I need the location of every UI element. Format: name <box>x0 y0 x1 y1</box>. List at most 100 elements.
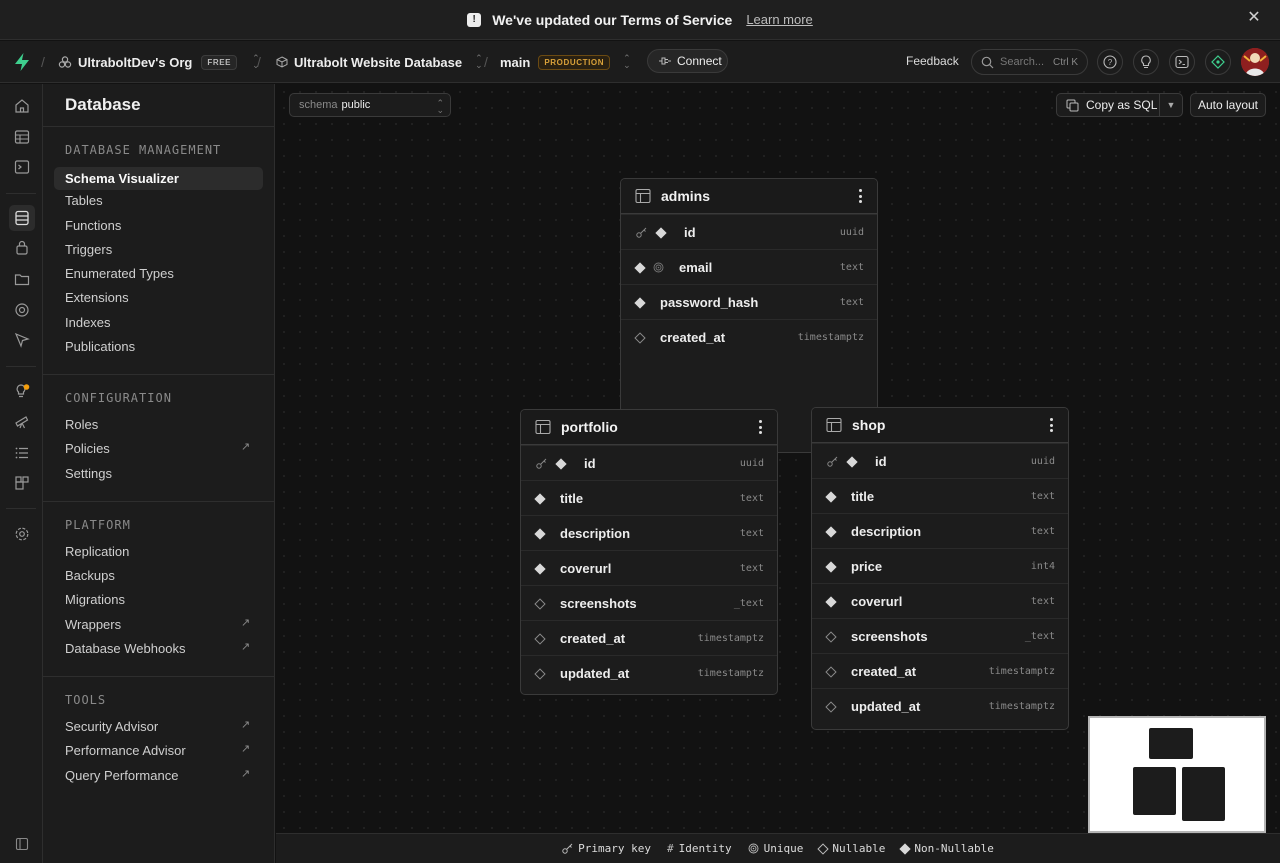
sidebar-item-query-performance[interactable]: Query Performance ↗ <box>54 764 263 787</box>
column-row[interactable]: id uuid <box>521 445 777 480</box>
help-icon: ? <box>1103 55 1117 69</box>
sidebar-item-label: Database Webhooks <box>65 641 186 656</box>
sidebar-item-schema-visualizer[interactable]: Schema Visualizer <box>54 167 263 190</box>
schema-value: public <box>341 99 371 111</box>
table-icon <box>635 188 651 204</box>
home-icon[interactable] <box>9 93 35 119</box>
table-icon <box>826 417 842 433</box>
realtime-icon[interactable] <box>9 297 35 323</box>
sidebar-title: Database <box>65 95 141 114</box>
sidebar-item-extensions[interactable]: Extensions <box>54 286 263 309</box>
settings-icon[interactable] <box>9 521 35 547</box>
nullable-icon <box>825 630 837 643</box>
search-input[interactable]: Search... Ctrl K <box>971 49 1088 75</box>
sidebar-item-functions[interactable]: Functions <box>54 214 263 237</box>
sidebar-item-performance-advisor[interactable]: Performance Advisor ↗ <box>54 739 263 762</box>
column-row[interactable]: price int4 <box>812 548 1068 583</box>
help-button[interactable]: ? <box>1097 49 1123 75</box>
minimap-node <box>1133 767 1176 815</box>
column-row[interactable]: coverurl text <box>812 583 1068 618</box>
column-row[interactable]: email text <box>621 249 877 284</box>
advisors-icon[interactable] <box>9 378 35 404</box>
sidebar-item-wrappers[interactable]: Wrappers ↗ <box>54 613 263 636</box>
column-row[interactable]: id uuid <box>812 443 1068 478</box>
table-node-portfolio[interactable]: portfolio id uuid title text description… <box>520 409 778 695</box>
column-row[interactable]: created_at timestamptz <box>521 620 777 655</box>
nullable-icon <box>817 842 830 855</box>
observability-icon[interactable] <box>9 409 35 435</box>
sidebar-item-replication[interactable]: Replication <box>54 540 263 563</box>
integrations-icon[interactable] <box>9 470 35 496</box>
column-row[interactable]: title text <box>521 480 777 515</box>
schema-selector[interactable]: schema public ⌃ ⌄ <box>289 93 451 117</box>
search-placeholder: Search... <box>1000 56 1045 68</box>
column-name: id <box>684 224 696 240</box>
authentication-icon[interactable] <box>9 235 35 261</box>
chevron-down-icon[interactable]: ▼ <box>1160 100 1182 110</box>
database-sidebar: Database DATABASE MANAGEMENT Schema Visu… <box>43 84 275 863</box>
logs-icon[interactable] <box>9 440 35 466</box>
column-row[interactable]: title text <box>812 478 1068 513</box>
column-row[interactable]: id uuid <box>621 214 877 249</box>
terminal-button[interactable] <box>1169 49 1195 75</box>
column-type: timestamptz <box>797 331 864 343</box>
sidebar-item-tables[interactable]: Tables <box>54 189 263 212</box>
column-row[interactable]: description text <box>521 515 777 550</box>
connect-label: Connect <box>677 54 722 68</box>
sidebar-toggle-icon[interactable] <box>9 831 35 857</box>
edge-functions-icon[interactable] <box>9 327 35 353</box>
advisors-button[interactable] <box>1133 49 1159 75</box>
sidebar-item-database-webhooks[interactable]: Database Webhooks ↗ <box>54 637 263 660</box>
project-selector[interactable]: Ultrabolt Website Database ⌃ ⌄ <box>276 41 483 83</box>
auto-layout-button[interactable]: Auto layout <box>1190 93 1266 117</box>
assistant-button[interactable] <box>1205 49 1231 75</box>
sidebar-item-indexes[interactable]: Indexes <box>54 311 263 334</box>
sidebar-item-publications[interactable]: Publications <box>54 335 263 358</box>
learn-more-link[interactable]: Learn more <box>746 12 812 27</box>
table-node-shop[interactable]: shop id uuid title text description text… <box>811 407 1069 730</box>
column-type: _text <box>1024 630 1055 642</box>
sidebar-item-enumerated-types[interactable]: Enumerated Types <box>54 262 263 285</box>
sidebar-item-security-advisor[interactable]: Security Advisor ↗ <box>54 715 263 738</box>
key-icon <box>562 843 573 854</box>
sidebar-item-policies[interactable]: Policies ↗ <box>54 437 263 460</box>
table-header: shop <box>812 408 1068 443</box>
sidebar-item-label: Policies <box>65 441 110 456</box>
copy-as-sql-button[interactable]: Copy as SQL ▼ <box>1056 93 1183 117</box>
supabase-logo-icon[interactable] <box>12 41 32 83</box>
sidebar-item-triggers[interactable]: Triggers <box>54 238 263 261</box>
sidebar-item-backups[interactable]: Backups <box>54 564 263 587</box>
legend-nullable: Nullable <box>817 842 885 855</box>
sidebar-item-label: Performance Advisor <box>65 743 186 758</box>
more-vertical-icon[interactable] <box>1050 418 1054 432</box>
column-row[interactable]: created_at timestamptz <box>812 653 1068 688</box>
more-vertical-icon[interactable] <box>759 420 763 434</box>
database-icon[interactable] <box>9 205 35 231</box>
org-selector[interactable]: UltraboltDev's Org FREE ⌃ ⌄ <box>58 41 260 83</box>
column-row[interactable]: created_at timestamptz <box>621 319 877 354</box>
nullable-icon <box>634 331 646 344</box>
close-icon[interactable]: ✕ <box>1247 10 1261 26</box>
branch-name: main <box>500 54 531 70</box>
column-row[interactable]: coverurl text <box>521 550 777 585</box>
more-vertical-icon[interactable] <box>859 189 863 203</box>
column-row[interactable]: description text <box>812 513 1068 548</box>
column-row[interactable]: password_hash text <box>621 284 877 319</box>
column-row[interactable]: screenshots _text <box>521 585 777 620</box>
announcement-banner: ! We've updated our Terms of Service Lea… <box>0 0 1280 40</box>
sidebar-item-roles[interactable]: Roles <box>54 413 263 436</box>
table-editor-icon[interactable] <box>9 124 35 150</box>
sql-editor-icon[interactable] <box>9 154 35 180</box>
column-name: title <box>560 490 584 506</box>
column-row[interactable]: updated_at timestamptz <box>812 688 1068 723</box>
sidebar-item-settings[interactable]: Settings <box>54 462 263 485</box>
sidebar-item-migrations[interactable]: Migrations <box>54 588 263 611</box>
avatar[interactable] <box>1241 48 1269 76</box>
storage-icon[interactable] <box>9 266 35 292</box>
column-row[interactable]: updated_at timestamptz <box>521 655 777 690</box>
minimap[interactable] <box>1088 716 1266 833</box>
column-row[interactable]: screenshots _text <box>812 618 1068 653</box>
branch-selector[interactable]: main PRODUCTION ⌃ ⌄ <box>500 41 631 83</box>
connect-button[interactable]: Connect <box>647 49 728 73</box>
feedback-button[interactable]: Feedback <box>906 54 959 68</box>
